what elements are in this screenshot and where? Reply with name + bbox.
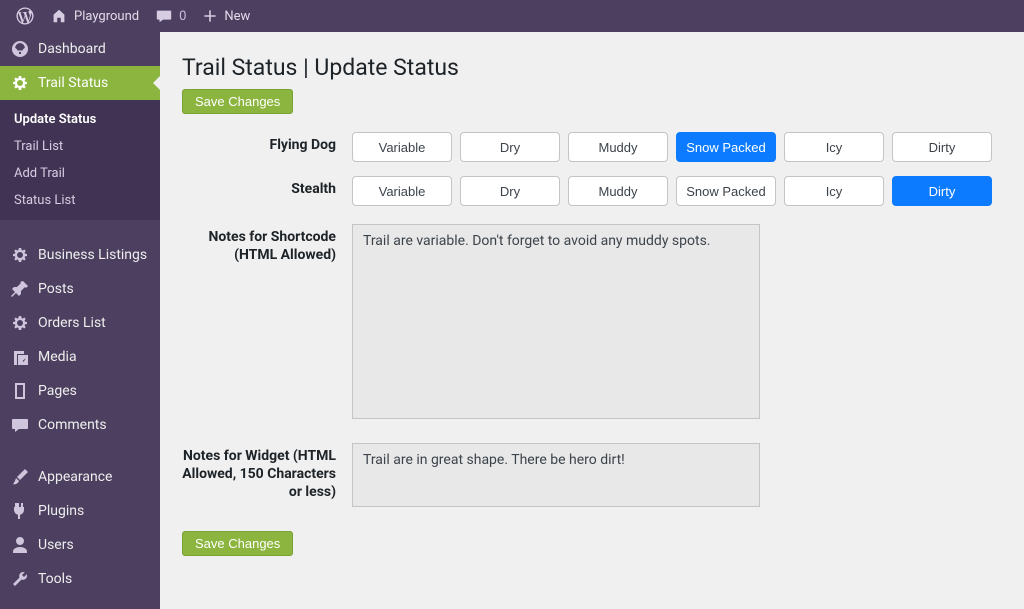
status-button[interactable]: Variable — [352, 132, 452, 162]
wordpress-icon — [16, 7, 34, 25]
sidebar-item-users[interactable]: Users — [0, 528, 160, 562]
submenu-item-status-list[interactable]: Status List — [0, 187, 160, 214]
admin-bar: Playground 0 New — [0, 0, 1024, 32]
trail-row-stealth: Stealth Variable Dry Muddy Snow Packed I… — [182, 176, 1002, 206]
home-icon — [50, 7, 68, 25]
status-button[interactable]: Icy — [784, 132, 884, 162]
sidebar-item-label: Plugins — [38, 503, 84, 519]
submenu-trail-status: Update Status Trail List Add Trail Statu… — [0, 100, 160, 220]
sidebar-item-media[interactable]: Media — [0, 340, 160, 374]
sidebar-item-label: Orders List — [38, 315, 106, 331]
page-title: Trail Status | Update Status — [182, 54, 1002, 81]
submenu-item-trail-list[interactable]: Trail List — [0, 133, 160, 160]
sidebar-item-posts[interactable]: Posts — [0, 272, 160, 306]
sidebar-item-appearance[interactable]: Appearance — [0, 460, 160, 494]
site-name: Playground — [74, 9, 139, 24]
status-button[interactable]: Variable — [352, 176, 452, 206]
comment-icon — [10, 415, 30, 435]
save-button-top[interactable]: Save Changes — [182, 89, 293, 114]
status-button[interactable]: Dry — [460, 132, 560, 162]
trail-name: Stealth — [182, 176, 352, 198]
sidebar-item-label: Business Listings — [38, 247, 147, 263]
sidebar-item-dashboard[interactable]: Dashboard — [0, 32, 160, 66]
dashboard-icon — [10, 39, 30, 59]
pages-icon — [10, 381, 30, 401]
wrench-icon — [10, 569, 30, 589]
status-button[interactable]: Icy — [784, 176, 884, 206]
notes-shortcode-input[interactable] — [352, 224, 760, 419]
sidebar-item-business-listings[interactable]: Business Listings — [0, 238, 160, 272]
sidebar-item-label: Tools — [38, 571, 72, 587]
notes-widget-row: Notes for Widget (HTML Allowed, 150 Char… — [182, 443, 1002, 507]
trail-name: Flying Dog — [182, 132, 352, 154]
gear-icon — [10, 73, 30, 93]
sidebar-item-comments[interactable]: Comments — [0, 408, 160, 442]
notes-widget-label: Notes for Widget (HTML Allowed, 150 Char… — [182, 443, 352, 502]
site-link[interactable]: Playground — [42, 0, 147, 32]
trail-row-flying-dog: Flying Dog Variable Dry Muddy Snow Packe… — [182, 132, 1002, 162]
page-content: Trail Status | Update Status Save Change… — [160, 32, 1024, 609]
sidebar-item-pages[interactable]: Pages — [0, 374, 160, 408]
submenu-item-add-trail[interactable]: Add Trail — [0, 160, 160, 187]
status-button[interactable]: Muddy — [568, 176, 668, 206]
sidebar-item-label: Appearance — [38, 469, 112, 485]
sidebar-item-trail-status[interactable]: Trail Status — [0, 66, 160, 100]
user-icon — [10, 535, 30, 555]
sidebar-item-label: Dashboard — [38, 41, 106, 57]
sidebar-item-plugins[interactable]: Plugins — [0, 494, 160, 528]
sidebar-item-orders-list[interactable]: Orders List — [0, 306, 160, 340]
pin-icon — [10, 279, 30, 299]
status-button[interactable]: Dirty — [892, 132, 992, 162]
status-button[interactable]: Snow Packed — [676, 132, 776, 162]
notes-shortcode-row: Notes for Shortcode (HTML Allowed) — [182, 224, 1002, 419]
new-label: New — [224, 9, 250, 24]
notes-shortcode-label: Notes for Shortcode (HTML Allowed) — [182, 224, 352, 264]
status-button[interactable]: Snow Packed — [676, 176, 776, 206]
status-button[interactable]: Dirty — [892, 176, 992, 206]
sidebar-item-label: Comments — [38, 417, 107, 433]
brush-icon — [10, 467, 30, 487]
plus-icon — [202, 8, 218, 24]
notes-widget-input[interactable] — [352, 443, 760, 507]
gear-icon — [10, 245, 30, 265]
save-button-bottom[interactable]: Save Changes — [182, 531, 293, 556]
gear-icon — [10, 313, 30, 333]
new-link[interactable]: New — [194, 0, 258, 32]
comments-link[interactable]: 0 — [147, 0, 194, 32]
status-button-group: Variable Dry Muddy Snow Packed Icy Dirty — [352, 176, 992, 206]
sidebar-item-label: Users — [38, 537, 74, 553]
admin-sidebar: Dashboard Trail Status Update Status Tra… — [0, 32, 160, 609]
submenu-item-update-status[interactable]: Update Status — [0, 106, 160, 133]
comment-icon — [155, 7, 173, 25]
sidebar-item-label: Media — [38, 349, 77, 365]
wp-logo[interactable] — [8, 0, 42, 32]
sidebar-item-label: Posts — [38, 281, 74, 297]
plug-icon — [10, 501, 30, 521]
sidebar-item-tools[interactable]: Tools — [0, 562, 160, 596]
comments-count: 0 — [179, 9, 186, 24]
sidebar-item-label: Trail Status — [38, 75, 108, 91]
status-button[interactable]: Muddy — [568, 132, 668, 162]
sidebar-item-label: Pages — [38, 383, 77, 399]
media-icon — [10, 347, 30, 367]
status-button[interactable]: Dry — [460, 176, 560, 206]
status-button-group: Variable Dry Muddy Snow Packed Icy Dirty — [352, 132, 992, 162]
